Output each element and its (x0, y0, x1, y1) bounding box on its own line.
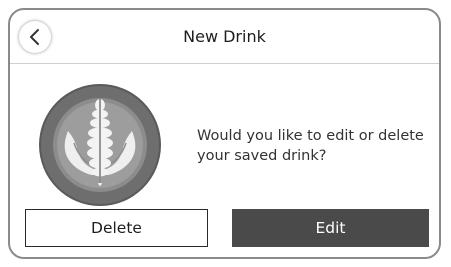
latte-art-icon (38, 83, 162, 207)
header-bar: New Drink (10, 10, 439, 64)
edit-button[interactable]: Edit (232, 209, 429, 247)
page-title: New Drink (183, 27, 266, 46)
confirmation-message: Would you like to edit or delete your sa… (197, 128, 424, 164)
chevron-left-icon (28, 28, 42, 46)
delete-button[interactable]: Delete (25, 209, 208, 247)
dialog-screen: New Drink Would you like to edit or dele… (8, 8, 441, 259)
back-button[interactable] (19, 21, 51, 53)
